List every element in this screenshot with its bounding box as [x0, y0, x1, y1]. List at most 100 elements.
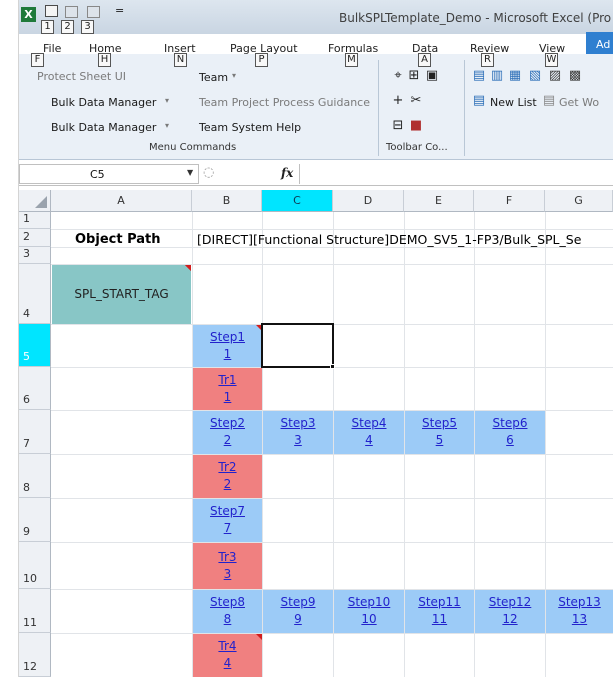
- formula-input[interactable]: [299, 164, 613, 184]
- transition-link-id[interactable]: 3: [193, 566, 262, 583]
- cell-b10[interactable]: Tr3 3: [193, 543, 262, 589]
- cell-g11[interactable]: Step13 13: [546, 590, 613, 633]
- step-link-name[interactable]: Step1: [193, 329, 262, 346]
- undo-icon[interactable]: [65, 6, 78, 18]
- row-header-9[interactable]: 9: [19, 498, 51, 542]
- tfs-icon-2[interactable]: ▥: [490, 69, 504, 83]
- step-link-id[interactable]: 9: [263, 611, 333, 628]
- cell-b5[interactable]: Step1 1: [193, 325, 262, 367]
- step-link-id[interactable]: 10: [334, 611, 404, 628]
- column-header-e[interactable]: E: [404, 190, 474, 212]
- bulk-data-manager-menu-2[interactable]: Bulk Data Manager: [51, 121, 156, 134]
- protect-sheet-ui-command[interactable]: Protect Sheet UI: [37, 70, 126, 83]
- tfs-icon-3[interactable]: ▦: [508, 69, 522, 83]
- tab-addins[interactable]: Ad: [586, 32, 613, 54]
- active-cell-c5[interactable]: [261, 323, 334, 368]
- row-header-11[interactable]: 11: [19, 589, 51, 633]
- row-header-4[interactable]: 4: [19, 264, 51, 324]
- select-all-button[interactable]: [19, 190, 51, 212]
- cell-b7[interactable]: Step2 2: [193, 411, 262, 454]
- cell-b8[interactable]: Tr2 2: [193, 455, 262, 498]
- transition-link-name[interactable]: Tr4: [193, 638, 262, 655]
- step-link-name[interactable]: Step5: [405, 415, 474, 432]
- cell-e11[interactable]: Step11 11: [405, 590, 474, 633]
- fill-handle[interactable]: [330, 364, 335, 369]
- cell-f11[interactable]: Step12 12: [475, 590, 545, 633]
- redo-icon[interactable]: [87, 6, 100, 18]
- row-header-8[interactable]: 8: [19, 454, 51, 498]
- row-header-6[interactable]: 6: [19, 367, 51, 410]
- column-header-c[interactable]: C: [262, 190, 333, 212]
- cell-b9[interactable]: Step7 7: [193, 499, 262, 542]
- step-link-id[interactable]: 12: [475, 611, 545, 628]
- team-project-process-guidance-command[interactable]: Team Project Process Guidance: [199, 96, 370, 109]
- tool-icon[interactable]: ▣: [425, 69, 439, 83]
- add-icon[interactable]: +: [391, 94, 405, 108]
- transition-link-id[interactable]: 2: [193, 476, 262, 493]
- save-icon[interactable]: [45, 5, 58, 17]
- wrench-icon[interactable]: ✂: [409, 94, 423, 108]
- step-link-name[interactable]: Step2: [193, 415, 262, 432]
- step-link-id[interactable]: 3: [263, 432, 333, 449]
- transition-link-name[interactable]: Tr1: [193, 372, 262, 389]
- cell-a4[interactable]: SPL_START_TAG: [52, 265, 191, 324]
- column-header-a[interactable]: A: [51, 190, 192, 212]
- network-icon[interactable]: ⊞: [407, 69, 421, 83]
- colored-block-icon[interactable]: ■: [409, 119, 423, 133]
- cell-b12[interactable]: Tr4 4: [193, 634, 262, 677]
- step-link-id[interactable]: 1: [193, 346, 262, 363]
- row-header-3[interactable]: 3: [19, 247, 51, 264]
- step-link-name[interactable]: Step13: [546, 594, 613, 611]
- step-link-id[interactable]: 2: [193, 432, 262, 449]
- customize-qat-button[interactable]: =: [115, 4, 124, 17]
- cell-c11[interactable]: Step9 9: [263, 590, 333, 633]
- cell-e7[interactable]: Step5 5: [405, 411, 474, 454]
- new-list-button[interactable]: New List: [490, 96, 537, 109]
- step-link-id[interactable]: 5: [405, 432, 474, 449]
- step-link-id[interactable]: 6: [475, 432, 545, 449]
- transition-link-id[interactable]: 1: [193, 389, 262, 406]
- tfs-icon-6[interactable]: ▩: [568, 69, 582, 83]
- team-menu[interactable]: Team: [199, 71, 228, 84]
- worksheet-grid[interactable]: A B C D E F G 1 2 3 4 5 6 7 8 9 10 11 12: [19, 190, 613, 677]
- step-link-name[interactable]: Step11: [405, 594, 474, 611]
- cell-b11[interactable]: Step8 8: [193, 590, 262, 633]
- row-header-5[interactable]: 5: [19, 324, 51, 367]
- column-header-d[interactable]: D: [333, 190, 404, 212]
- chevron-down-icon[interactable]: ▼: [187, 168, 193, 177]
- cell-d7[interactable]: Step4 4: [334, 411, 404, 454]
- team-system-help-command[interactable]: Team System Help: [199, 121, 301, 134]
- transition-link-name[interactable]: Tr2: [193, 459, 262, 476]
- cell-b2[interactable]: [DIRECT][Functional Structure]DEMO_SV5_1…: [197, 232, 581, 247]
- step-link-id[interactable]: 8: [193, 611, 262, 628]
- cell-d11[interactable]: Step10 10: [334, 590, 404, 633]
- row-header-2[interactable]: 2: [19, 229, 51, 247]
- step-link-name[interactable]: Step7: [193, 503, 262, 520]
- row-header-12[interactable]: 12: [19, 633, 51, 677]
- step-link-id[interactable]: 4: [334, 432, 404, 449]
- tfs-icon-5[interactable]: ▨: [548, 69, 562, 83]
- step-link-name[interactable]: Step3: [263, 415, 333, 432]
- step-link-name[interactable]: Step4: [334, 415, 404, 432]
- cell-b6[interactable]: Tr1 1: [193, 368, 262, 410]
- column-header-g[interactable]: G: [545, 190, 613, 212]
- tfs-icon-1[interactable]: ▤: [472, 69, 486, 83]
- step-link-name[interactable]: Step10: [334, 594, 404, 611]
- row-header-10[interactable]: 10: [19, 542, 51, 589]
- hierarchy-icon[interactable]: ⊟: [391, 119, 405, 133]
- transition-link-id[interactable]: 4: [193, 655, 262, 672]
- layout-icon[interactable]: ⌖: [391, 69, 405, 83]
- step-link-name[interactable]: Step8: [193, 594, 262, 611]
- transition-link-name[interactable]: Tr3: [193, 549, 262, 566]
- insert-function-button[interactable]: fx: [281, 166, 293, 180]
- excel-app-icon[interactable]: X: [21, 7, 36, 22]
- get-work-button[interactable]: Get Wo: [559, 96, 599, 109]
- row-header-1[interactable]: 1: [19, 212, 51, 229]
- tfs-icon-4[interactable]: ▧: [528, 69, 542, 83]
- step-link-name[interactable]: Step9: [263, 594, 333, 611]
- step-link-id[interactable]: 7: [193, 520, 262, 537]
- cancel-entry-icon[interactable]: ◌: [203, 165, 214, 180]
- cell-c7[interactable]: Step3 3: [263, 411, 333, 454]
- step-link-name[interactable]: Step12: [475, 594, 545, 611]
- cell-a2[interactable]: Object Path: [75, 232, 161, 247]
